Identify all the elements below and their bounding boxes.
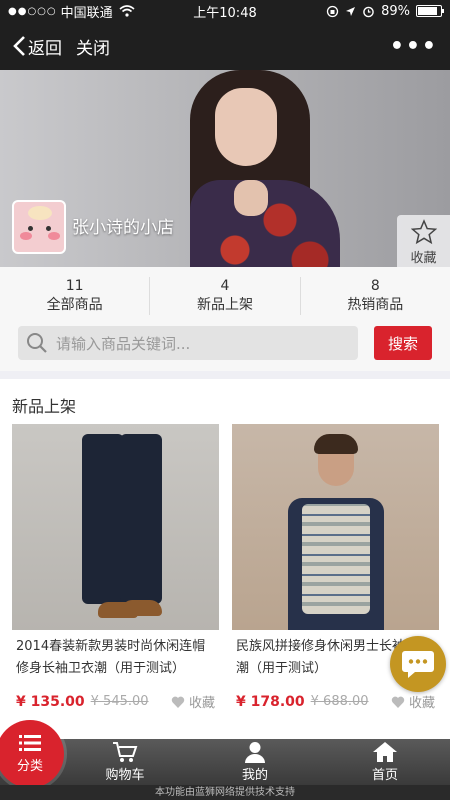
product-title: 2014春装新款男装时尚休闲连帽修身长袖卫衣潮（用于测试） <box>16 639 206 676</box>
stat-count: 11 <box>65 278 84 294</box>
stat-hot-products[interactable]: 8 热销商品 <box>301 277 450 315</box>
stat-label: 热销商品 <box>347 297 404 313</box>
product-favorite-button[interactable]: 收藏 <box>171 692 215 711</box>
stat-all-products[interactable]: 11 全部商品 <box>0 277 151 315</box>
status-bar: ●●○○○ 中国联通 上午10:48 89% <box>0 0 450 22</box>
shop-avatar[interactable] <box>12 200 66 254</box>
shop-banner <box>0 70 450 267</box>
product-price: ¥ 178.00 <box>236 693 305 710</box>
search-placeholder: 请输入商品关键词... <box>56 334 191 353</box>
chat-button[interactable] <box>390 636 446 692</box>
back-label: 返回 <box>28 38 62 59</box>
product-image-pants-leg <box>120 434 162 604</box>
avatar-eye-left <box>28 226 33 231</box>
close-button[interactable]: 关闭 <box>76 34 110 59</box>
more-options-button[interactable]: ••• <box>390 34 438 59</box>
shop-favorite-label: 收藏 <box>410 251 437 266</box>
product-image-pants-leg <box>82 434 124 604</box>
banner-model-face <box>215 88 277 166</box>
stat-count: 8 <box>370 278 380 294</box>
product-image[interactable] <box>12 424 219 630</box>
carrier-name: 中国联通 <box>60 5 113 21</box>
wifi-icon <box>119 5 135 17</box>
product-image[interactable] <box>232 424 439 630</box>
search-row: 请输入商品关键词... 搜索 <box>18 326 432 362</box>
signal-strength: ●●○○○ <box>8 5 57 17</box>
nav-bar: 返回 关闭 ••• <box>0 22 450 70</box>
search-icon <box>27 333 47 353</box>
stat-count: 4 <box>220 278 230 294</box>
avatar-cheek-left <box>20 232 32 240</box>
chevron-left-icon <box>13 36 25 56</box>
category-label: 分类 <box>16 759 43 774</box>
product-favorite-label: 收藏 <box>408 696 435 711</box>
location-icon <box>346 6 356 16</box>
product-original-price: ¥ 688.00 <box>310 694 369 709</box>
new-arrivals-section: 新品上架 2014春装新款男装时尚休闲连帽修身长袖卫衣潮（用于测试） ¥ 135… <box>0 379 450 739</box>
product-card[interactable]: 2014春装新款男装时尚休闲连帽修身长袖卫衣潮（用于测试） ¥ 135.00 ¥… <box>12 424 219 711</box>
heart-icon <box>171 696 185 708</box>
home-icon <box>373 742 397 762</box>
product-image-shoe <box>122 600 162 616</box>
footer-note: 本功能由蓝狮网络提供技术支持 <box>0 785 450 800</box>
tab-cart[interactable]: 购物车 <box>60 739 190 785</box>
product-price-row: ¥ 135.00 ¥ 545.00 收藏 <box>12 692 219 712</box>
product-price-row: ¥ 178.00 ¥ 688.00 收藏 <box>232 692 439 712</box>
list-icon <box>19 735 41 751</box>
bottom-tab-bar: 购物车 我的 首页 <box>0 739 450 785</box>
product-favorite-label: 收藏 <box>188 696 215 711</box>
product-image-model-hair <box>314 434 358 454</box>
product-image-pattern <box>302 504 370 614</box>
avatar-cheek-right <box>48 232 60 240</box>
stat-label: 全部商品 <box>46 297 103 313</box>
heart-icon <box>391 696 405 708</box>
search-button[interactable]: 搜索 <box>374 326 432 360</box>
back-button[interactable]: 返回 <box>12 34 62 59</box>
shop-name: 张小诗的小店 <box>72 218 174 238</box>
search-input[interactable]: 请输入商品关键词... <box>18 326 358 360</box>
tab-mine-label: 我的 <box>241 768 268 783</box>
tab-home[interactable]: 首页 <box>320 739 450 785</box>
tab-mine[interactable]: 我的 <box>190 739 320 785</box>
cart-icon <box>113 742 138 762</box>
tab-cart-label: 购物车 <box>105 768 145 783</box>
avatar-bun <box>28 206 52 220</box>
tab-home-label: 首页 <box>371 768 398 783</box>
user-icon <box>245 742 265 763</box>
star-icon <box>410 219 437 245</box>
shop-favorite-button[interactable]: 收藏 <box>397 215 450 270</box>
chat-bubble-icon <box>402 651 434 678</box>
shop-stats-panel: 11 全部商品 4 新品上架 8 热销商品 请输入商品关键词... 搜索 <box>0 267 450 371</box>
alarm-icon <box>363 6 374 17</box>
lock-rotation-icon <box>326 5 339 17</box>
battery-percent: 89% <box>381 3 410 19</box>
product-favorite-button[interactable]: 收藏 <box>391 692 435 711</box>
section-title: 新品上架 <box>12 397 77 416</box>
product-price: ¥ 135.00 <box>16 693 85 710</box>
banner-model-hand <box>234 180 268 216</box>
product-original-price: ¥ 545.00 <box>90 694 149 709</box>
stat-label: 新品上架 <box>196 297 253 313</box>
avatar-eye-right <box>46 226 51 231</box>
stat-new-arrivals[interactable]: 4 新品上架 <box>150 277 301 315</box>
battery-icon <box>416 5 444 17</box>
